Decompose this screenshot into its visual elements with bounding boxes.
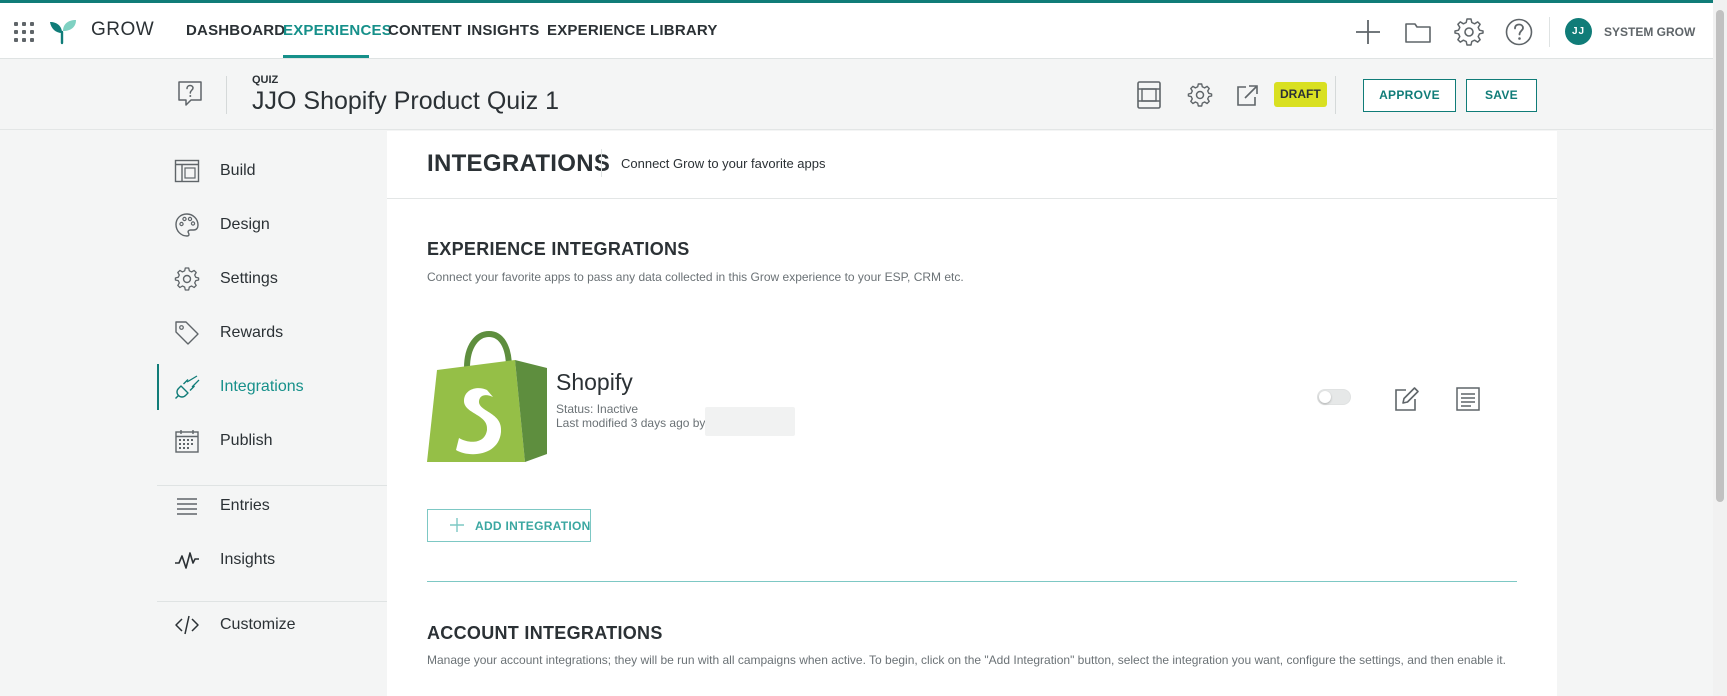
account-integrations-title: ACCOUNT INTEGRATIONS	[427, 623, 663, 643]
user-name[interactable]: SYSTEM GROW	[1604, 25, 1695, 39]
section-divider	[427, 581, 1517, 582]
sidebar-item-settings[interactable]: Settings	[157, 256, 387, 302]
toggle-knob	[1319, 391, 1331, 403]
sidebar-item-insights[interactable]: Insights	[157, 537, 387, 583]
sidebar-item-build[interactable]: Build	[157, 148, 387, 194]
sidebar-item-label: Customize	[220, 616, 296, 633]
log-icon[interactable]	[1454, 385, 1482, 413]
sidebar-item-customize[interactable]: Customize	[157, 602, 387, 648]
sidebar-item-label: Build	[220, 162, 256, 179]
experience-type: QUIZ	[252, 74, 279, 86]
folder-icon[interactable]	[1403, 17, 1433, 47]
nav-active-indicator	[283, 55, 369, 58]
experience-title: JJO Shopify Product Quiz 1	[252, 87, 560, 115]
panel-header: INTEGRATIONS Connect Grow to your favori…	[387, 131, 1557, 199]
save-button[interactable]: SAVE	[1466, 79, 1537, 112]
sidebar-item-design[interactable]: Design	[157, 202, 387, 248]
nav-content[interactable]: CONTENT	[388, 22, 462, 39]
help-icon[interactable]	[1504, 17, 1534, 47]
redacted-user-name	[705, 407, 795, 436]
sidebar-item-label: Insights	[220, 551, 276, 568]
sidebar-item-entries[interactable]: Entries	[157, 483, 387, 529]
sidebar-item-label: Integrations	[220, 378, 304, 395]
plus-icon	[450, 518, 464, 532]
sidebar-item-label: Settings	[220, 270, 278, 287]
layout-icon	[174, 159, 200, 183]
external-link-icon[interactable]	[1233, 80, 1261, 110]
sidebar-item-label: Entries	[220, 497, 270, 514]
code-icon	[175, 615, 199, 635]
status-badge: DRAFT	[1274, 82, 1327, 107]
add-integration-label: ADD INTEGRATION	[475, 519, 591, 533]
sidebar-item-label: Rewards	[220, 324, 284, 341]
experience-header: QUIZ JJO Shopify Product Quiz 1 DRAFT AP…	[0, 60, 1713, 130]
gear-icon	[174, 267, 200, 291]
list-icon	[177, 498, 197, 515]
integration-enable-toggle[interactable]	[1317, 389, 1351, 405]
settings-icon[interactable]	[1186, 80, 1214, 110]
integration-status: Status: Inactive	[556, 402, 639, 416]
title-divider	[601, 149, 602, 177]
sidebar-item-label: Publish	[220, 432, 273, 449]
edit-icon[interactable]	[1392, 385, 1420, 413]
integration-last-modified: Last modified 3 days ago by	[556, 416, 706, 430]
page-subtitle: Connect Grow to your favorite apps	[621, 156, 826, 171]
pulse-icon	[175, 552, 199, 569]
header-action-divider	[1335, 76, 1336, 114]
preview-icon[interactable]	[1135, 80, 1163, 110]
page-title: INTEGRATIONS	[427, 150, 611, 177]
top-divider	[1549, 17, 1550, 47]
top-navigation: GROW DASHBOARD EXPERIENCES CONTENT INSIG…	[0, 3, 1713, 59]
shopify-logo-icon	[427, 330, 547, 462]
sidebar-item-publish[interactable]: Publish	[157, 418, 387, 464]
scrollbar-thumb[interactable]	[1716, 10, 1724, 502]
grow-logo-icon[interactable]	[48, 16, 78, 46]
sidebar-item-rewards[interactable]: Rewards	[157, 310, 387, 356]
user-avatar[interactable]: JJ	[1565, 18, 1592, 45]
plus-icon[interactable]	[1353, 17, 1383, 47]
integration-name: Shopify	[556, 369, 633, 395]
app-grid-icon[interactable]	[14, 22, 34, 42]
palette-icon	[175, 213, 199, 237]
gear-icon[interactable]	[1454, 17, 1484, 47]
tag-icon	[175, 321, 199, 345]
experience-integrations-title: EXPERIENCE INTEGRATIONS	[427, 239, 690, 259]
sidebar-item-label: Design	[220, 216, 270, 233]
nav-insights[interactable]: INSIGHTS	[467, 22, 539, 39]
experience-integrations-description: Connect your favorite apps to pass any d…	[427, 270, 964, 284]
calendar-icon	[175, 430, 199, 453]
approve-button[interactable]: APPROVE	[1363, 79, 1456, 112]
plug-icon	[175, 375, 200, 399]
sidebar-item-integrations[interactable]: Integrations	[157, 364, 387, 410]
account-integrations-description: Manage your account integrations; they w…	[427, 653, 1506, 667]
add-integration-button[interactable]: ADD INTEGRATION	[427, 509, 591, 542]
nav-experience-library[interactable]: EXPERIENCE LIBRARY	[547, 22, 718, 39]
brand-name[interactable]: GROW	[91, 19, 154, 41]
integrations-panel: INTEGRATIONS Connect Grow to your favori…	[387, 131, 1557, 696]
header-divider	[226, 76, 227, 114]
nav-dashboard[interactable]: DASHBOARD	[186, 22, 285, 39]
quiz-icon	[178, 81, 202, 106]
nav-experiences[interactable]: EXPERIENCES	[283, 22, 392, 39]
